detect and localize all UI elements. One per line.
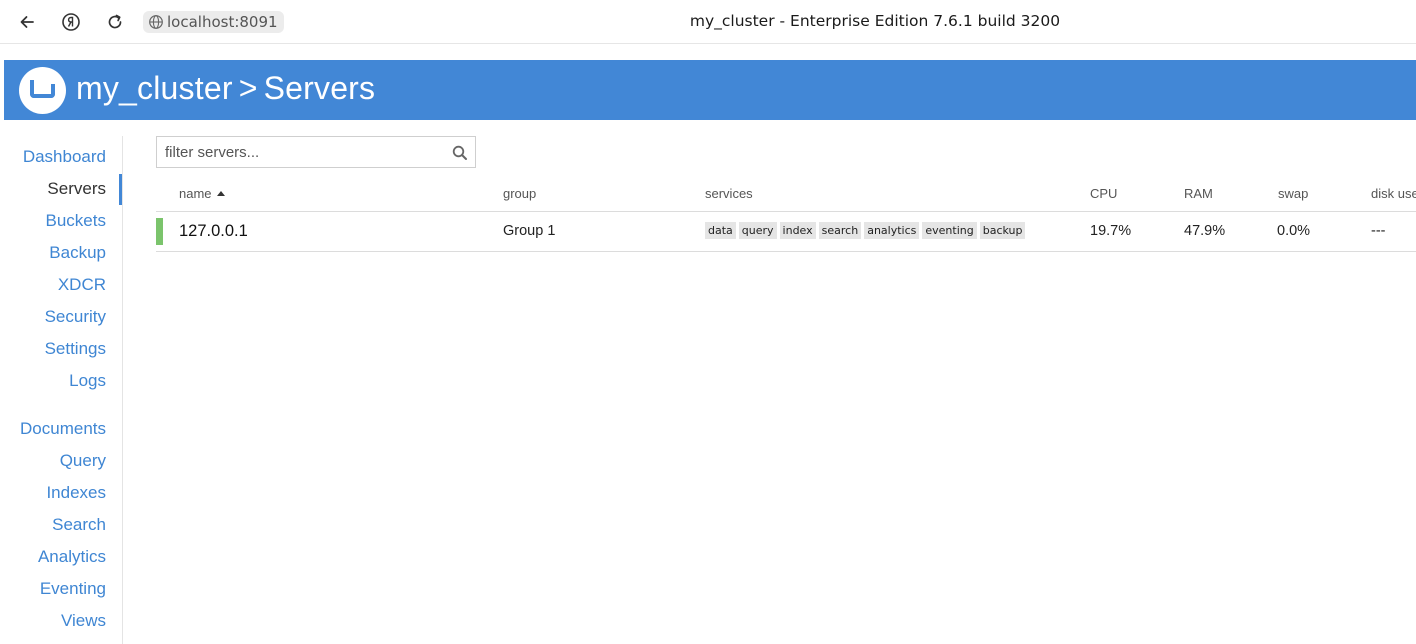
filter-servers-input[interactable]	[157, 137, 437, 167]
window-title: my_cluster - Enterprise Edition 7.6.1 bu…	[689, 12, 1061, 30]
sidebar-item-backup[interactable]: Backup	[49, 243, 106, 263]
column-header-disk-use[interactable]: disk use	[1371, 186, 1416, 201]
app-header: my_cluster > Servers	[4, 60, 1416, 120]
sidebar-item-settings[interactable]: Settings	[45, 339, 106, 359]
server-swap: 0.0%	[1277, 223, 1311, 239]
service-badge: query	[738, 222, 777, 239]
column-header-cpu[interactable]: CPU	[1090, 186, 1117, 201]
server-disk-use: ---	[1371, 223, 1386, 239]
search-icon[interactable]	[452, 145, 468, 165]
column-header-services: services	[705, 186, 753, 201]
sidebar-item-logs[interactable]: Logs	[69, 371, 106, 391]
column-header-swap[interactable]: swap	[1278, 186, 1308, 201]
service-badge: index	[779, 222, 816, 239]
couchbase-logo-icon[interactable]	[19, 67, 66, 114]
page-title: Servers	[263, 70, 376, 106]
services-list: data query index search analytics eventi…	[705, 222, 1026, 239]
service-badge: backup	[979, 222, 1026, 239]
server-group: Group 1	[503, 223, 556, 239]
sidebar-item-indexes[interactable]: Indexes	[46, 483, 106, 503]
breadcrumb-cluster[interactable]: my_cluster	[76, 70, 233, 106]
browser-toolbar: localhost:8091 my_cluster - Enterprise E…	[0, 0, 1416, 44]
sidebar-item-buckets[interactable]: Buckets	[46, 211, 106, 231]
column-header-ram[interactable]: RAM	[1184, 186, 1213, 201]
sidebar-item-views[interactable]: Views	[61, 611, 106, 631]
sidebar-item-query[interactable]: Query	[60, 451, 106, 471]
server-cpu: 19.7%	[1090, 223, 1132, 239]
breadcrumb-separator: >	[238, 70, 258, 106]
sidebar-item-xdcr[interactable]: XDCR	[58, 275, 106, 295]
sidebar-item-analytics[interactable]: Analytics	[38, 547, 106, 567]
service-badge: eventing	[922, 222, 977, 239]
server-name[interactable]: 127.0.0.1	[179, 222, 248, 241]
sidebar-item-eventing[interactable]: Eventing	[40, 579, 106, 599]
sidebar-item-dashboard[interactable]: Dashboard	[23, 147, 106, 167]
server-status-indicator	[156, 218, 163, 245]
sort-ascending-icon	[216, 191, 225, 196]
column-header-group[interactable]: group	[503, 186, 536, 201]
sidebar-nav: Dashboard Servers Buckets Backup XDCR Se…	[4, 136, 123, 644]
sidebar-item-search[interactable]: Search	[52, 515, 106, 535]
column-header-name[interactable]: name	[179, 186, 225, 201]
service-badge: analytics	[864, 222, 920, 239]
service-badge: data	[705, 222, 736, 239]
service-badge: search	[818, 222, 862, 239]
sidebar-item-security[interactable]: Security	[45, 307, 106, 327]
table-row[interactable]: 127.0.0.1 Group 1 data query index searc…	[156, 212, 1416, 251]
sidebar-item-documents[interactable]: Documents	[20, 419, 106, 439]
row-divider	[156, 251, 1416, 252]
server-ram: 47.9%	[1184, 223, 1226, 239]
sidebar-item-servers[interactable]: Servers	[47, 174, 122, 205]
breadcrumb: my_cluster > Servers	[76, 70, 375, 107]
filter-servers-box	[156, 136, 476, 168]
